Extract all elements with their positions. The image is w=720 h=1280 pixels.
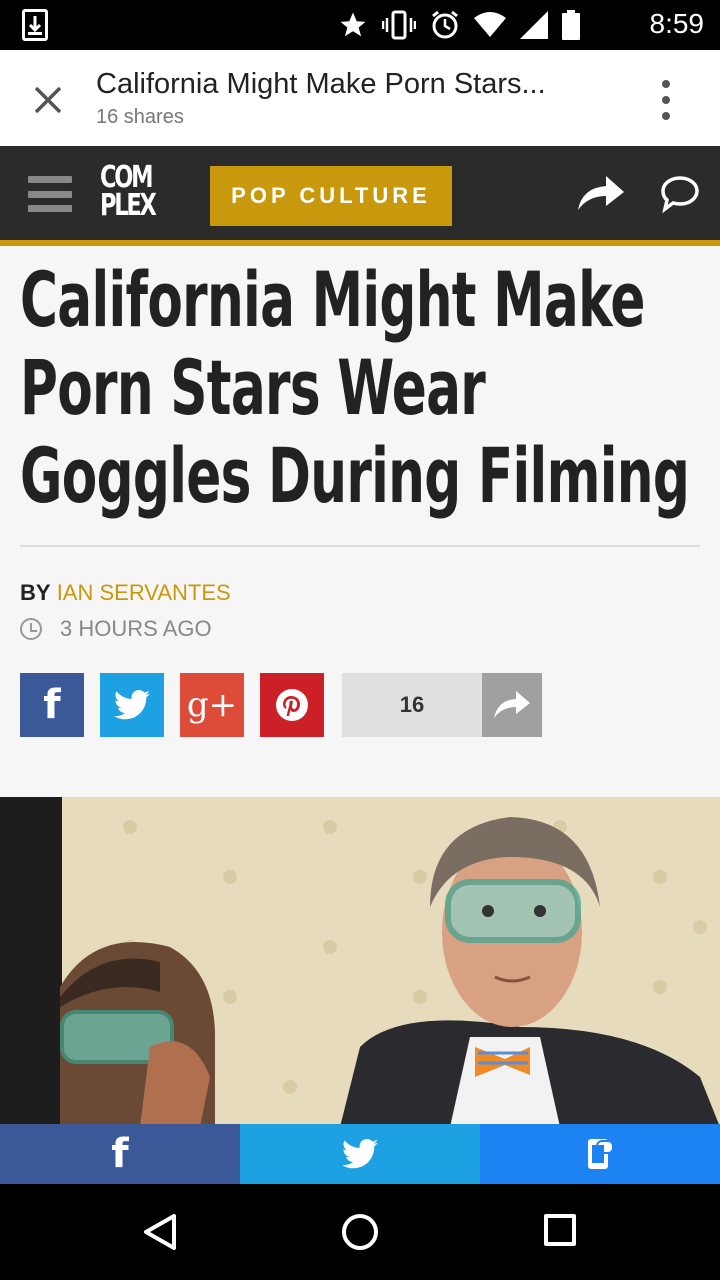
section-button[interactable]: POP CULTURE (210, 166, 452, 226)
recents-icon[interactable] (544, 1214, 576, 1246)
battery-icon (562, 10, 580, 40)
status-time: 8:59 (649, 8, 705, 39)
menu-icon[interactable] (28, 176, 72, 212)
divider (20, 545, 700, 547)
pinterest-icon (276, 689, 308, 721)
tab-title: California Might Make Porn Stars... (96, 68, 546, 100)
sms-share-bottom[interactable] (480, 1124, 720, 1184)
twitter-share-bottom[interactable] (240, 1124, 480, 1184)
home-icon[interactable] (342, 1214, 378, 1250)
share-icon (494, 691, 530, 718)
more-share-button[interactable] (482, 673, 542, 737)
pinterest-share-button[interactable] (260, 673, 324, 737)
close-icon[interactable] (28, 80, 68, 120)
facebook-icon: f (43, 682, 61, 728)
timestamp: 3 HOURS AGO (20, 616, 212, 642)
facebook-share-bottom[interactable]: f (0, 1124, 240, 1184)
sms-icon (588, 1139, 614, 1169)
twitter-icon (114, 690, 150, 720)
facebook-icon: f (111, 1131, 129, 1177)
googleplus-icon: g+ (186, 685, 238, 725)
site-logo[interactable]: COM PLEX (100, 163, 157, 221)
download-icon (22, 9, 48, 41)
facebook-share-button[interactable]: f (20, 673, 84, 737)
signal-icon (520, 11, 548, 39)
time-ago: 3 HOURS AGO (60, 616, 212, 641)
wifi-icon (474, 12, 506, 37)
twitter-share-button[interactable] (100, 673, 164, 737)
clock-icon (20, 618, 42, 640)
twitter-icon (342, 1139, 378, 1169)
status-bar: 8:59 (0, 0, 720, 50)
byline-label: BY (20, 580, 51, 605)
tab-subtitle: 16 shares (96, 106, 184, 128)
browser-tab-bar: California Might Make Porn Stars... 16 s… (0, 50, 720, 146)
author-link[interactable]: IAN SERVANTES (57, 580, 231, 605)
share-count: 16 (342, 673, 482, 737)
share-icon[interactable] (574, 174, 626, 214)
article-photo (0, 797, 720, 1127)
navigation-bar (0, 1184, 720, 1280)
googleplus-share-button[interactable]: g+ (180, 673, 244, 737)
alarm-icon (432, 10, 458, 39)
vibrate-icon (382, 10, 416, 40)
site-header: COM PLEX POP CULTURE (0, 146, 720, 246)
byline: BY IAN SERVANTES (20, 580, 231, 606)
bottom-share-bar: f (0, 1124, 720, 1184)
comment-icon[interactable] (660, 174, 700, 214)
star-icon (340, 12, 366, 37)
overflow-menu-icon[interactable] (660, 80, 672, 120)
article-headline: California Might Make Porn Stars Wear Go… (20, 255, 690, 520)
back-icon[interactable] (140, 1212, 180, 1252)
